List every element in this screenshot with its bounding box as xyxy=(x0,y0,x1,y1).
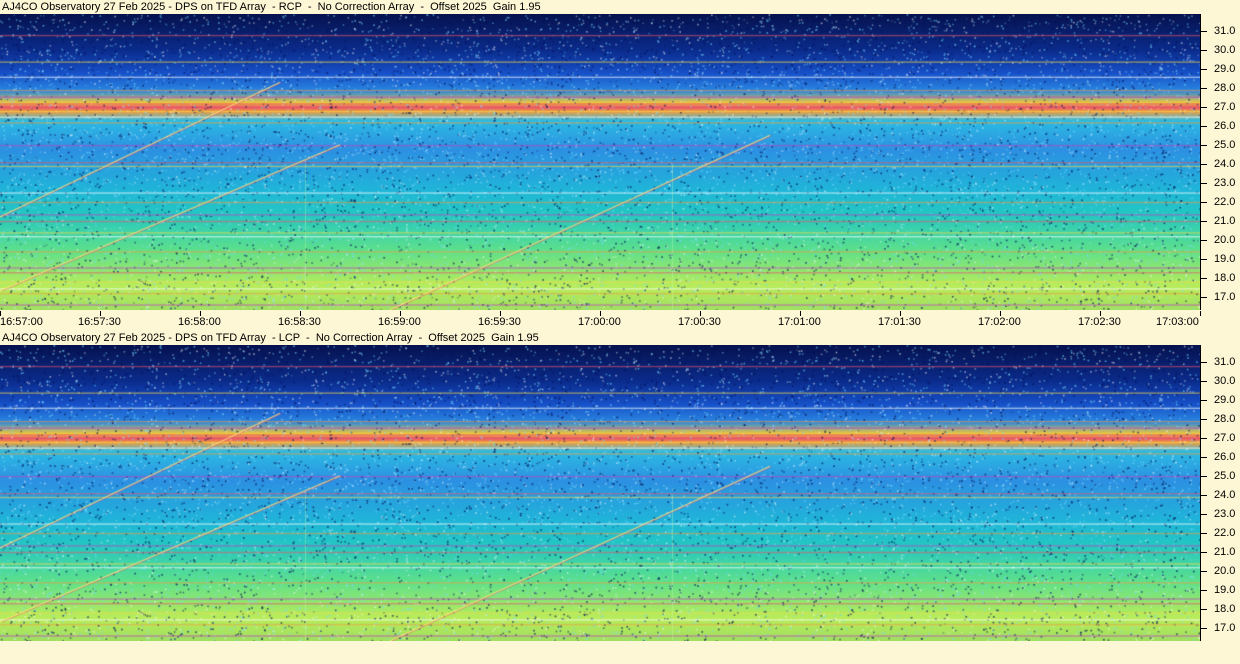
y-tick-label: 30.0 xyxy=(1214,44,1236,57)
y-tick xyxy=(1201,589,1207,591)
y-tick-label: 18.0 xyxy=(1214,602,1236,615)
y-tick-label: 24.0 xyxy=(1214,488,1236,501)
y-tick xyxy=(1201,88,1207,89)
y-tick-label: 30.0 xyxy=(1214,375,1236,388)
x-tick xyxy=(1200,311,1201,316)
y-tick xyxy=(1201,69,1207,71)
y-tick-label: 31.0 xyxy=(1214,25,1236,38)
y-tick-label: 27.0 xyxy=(1214,431,1236,444)
y-tick xyxy=(1201,513,1207,515)
x-tick-label: 16:59:30 xyxy=(478,316,521,328)
x-tick-label: 17:01:00 xyxy=(778,316,821,328)
y-tick xyxy=(1201,419,1207,420)
x-tick-label: 16:57:30 xyxy=(78,316,121,328)
y-tick-label: 21.0 xyxy=(1214,545,1236,558)
y-axis-rcp: 17.0 18.0 19.0 20.0 21.0 22.0 23.0 24.0 25.0 26.0… xyxy=(1200,14,1240,310)
y-tick-label: 20.0 xyxy=(1214,233,1236,246)
x-tick-label: 17:01:30 xyxy=(878,316,921,328)
spectrogram-canvas-rcp xyxy=(0,14,1200,310)
x-tick-label: 17:03:00 xyxy=(1156,316,1199,328)
x-tick-label: 17:00:30 xyxy=(678,316,721,328)
y-tick-label: 26.0 xyxy=(1214,119,1236,132)
y-tick-label: 22.0 xyxy=(1214,526,1236,539)
y-tick-label: 23.0 xyxy=(1214,507,1236,520)
y-tick xyxy=(1201,220,1207,222)
y-tick-label: 19.0 xyxy=(1214,252,1236,265)
y-tick xyxy=(1201,106,1207,108)
y-tick xyxy=(1201,570,1207,572)
y-tick xyxy=(1201,50,1207,52)
y-tick xyxy=(1201,277,1207,279)
chart-title-lcp: AJ4CO Observatory 27 Feb 2025 - DPS on T… xyxy=(2,332,539,344)
y-tick-label: 28.0 xyxy=(1214,413,1236,425)
y-tick xyxy=(1201,627,1207,629)
y-tick xyxy=(1201,494,1207,496)
y-tick xyxy=(1201,551,1207,553)
y-tick xyxy=(1201,475,1207,477)
y-tick xyxy=(1201,400,1207,402)
y-tick xyxy=(1201,258,1207,260)
y-tick-label: 20.0 xyxy=(1214,564,1236,577)
y-tick-label: 28.0 xyxy=(1214,82,1236,94)
spectrogram-panel-rcp: AJ4CO Observatory 27 Feb 2025 - DPS on T… xyxy=(0,0,1240,330)
y-tick-label: 25.0 xyxy=(1214,469,1236,482)
y-tick xyxy=(1201,608,1207,610)
y-tick-label: 22.0 xyxy=(1214,195,1236,208)
x-tick-label: 17:02:00 xyxy=(978,316,1021,328)
spectrogram-panel-lcp: AJ4CO Observatory 27 Feb 2025 - DPS on T… xyxy=(0,331,1240,664)
y-tick xyxy=(1201,296,1207,298)
y-tick-label: 29.0 xyxy=(1214,63,1236,76)
x-tick-label: 16:59:00 xyxy=(378,316,421,328)
y-tick xyxy=(1201,456,1207,458)
y-tick-label: 21.0 xyxy=(1214,214,1236,227)
y-tick xyxy=(1201,381,1207,383)
spectrogram-canvas-lcp xyxy=(0,345,1200,641)
y-tick xyxy=(1201,163,1207,165)
y-tick xyxy=(1201,362,1207,364)
y-tick xyxy=(1201,125,1207,127)
y-tick xyxy=(1201,437,1207,439)
y-tick xyxy=(1201,182,1207,184)
spectrogram-plot-rcp xyxy=(0,14,1200,310)
x-axis-rcp: 16:57:00 16:57:30 16:58:00 16:58:30 16:59:00… xyxy=(0,311,1240,329)
x-tick-label: 17:02:30 xyxy=(1078,316,1121,328)
y-tick-label: 25.0 xyxy=(1214,138,1236,151)
y-tick-label: 23.0 xyxy=(1214,176,1236,189)
x-tick-label: 16:58:30 xyxy=(278,316,321,328)
spectrogram-plot-lcp xyxy=(0,345,1200,641)
y-tick-label: 26.0 xyxy=(1214,450,1236,463)
chart-title-rcp: AJ4CO Observatory 27 Feb 2025 - DPS on T… xyxy=(2,1,541,13)
y-tick-label: 18.0 xyxy=(1214,271,1236,284)
y-tick-label: 31.0 xyxy=(1214,356,1236,369)
x-tick-label: 16:57:00 xyxy=(0,316,43,328)
y-tick-label: 27.0 xyxy=(1214,100,1236,113)
y-tick-label: 19.0 xyxy=(1214,583,1236,596)
x-tick-label: 17:00:00 xyxy=(578,316,621,328)
x-tick-label: 16:58:00 xyxy=(178,316,221,328)
y-tick xyxy=(1201,532,1207,534)
y-tick xyxy=(1201,201,1207,203)
y-tick-label: 17.0 xyxy=(1214,290,1236,303)
y-axis-lcp: 17.0 18.0 19.0 20.0 21.0 22.0 23.0 24.0 25.0 26.0… xyxy=(1200,345,1240,641)
y-tick xyxy=(1201,144,1207,146)
x-axis-lcp xyxy=(0,642,1240,660)
y-tick-label: 17.0 xyxy=(1214,621,1236,634)
y-tick-label: 29.0 xyxy=(1214,394,1236,407)
y-tick xyxy=(1201,239,1207,241)
y-tick-label: 24.0 xyxy=(1214,157,1236,170)
y-tick xyxy=(1201,31,1207,33)
